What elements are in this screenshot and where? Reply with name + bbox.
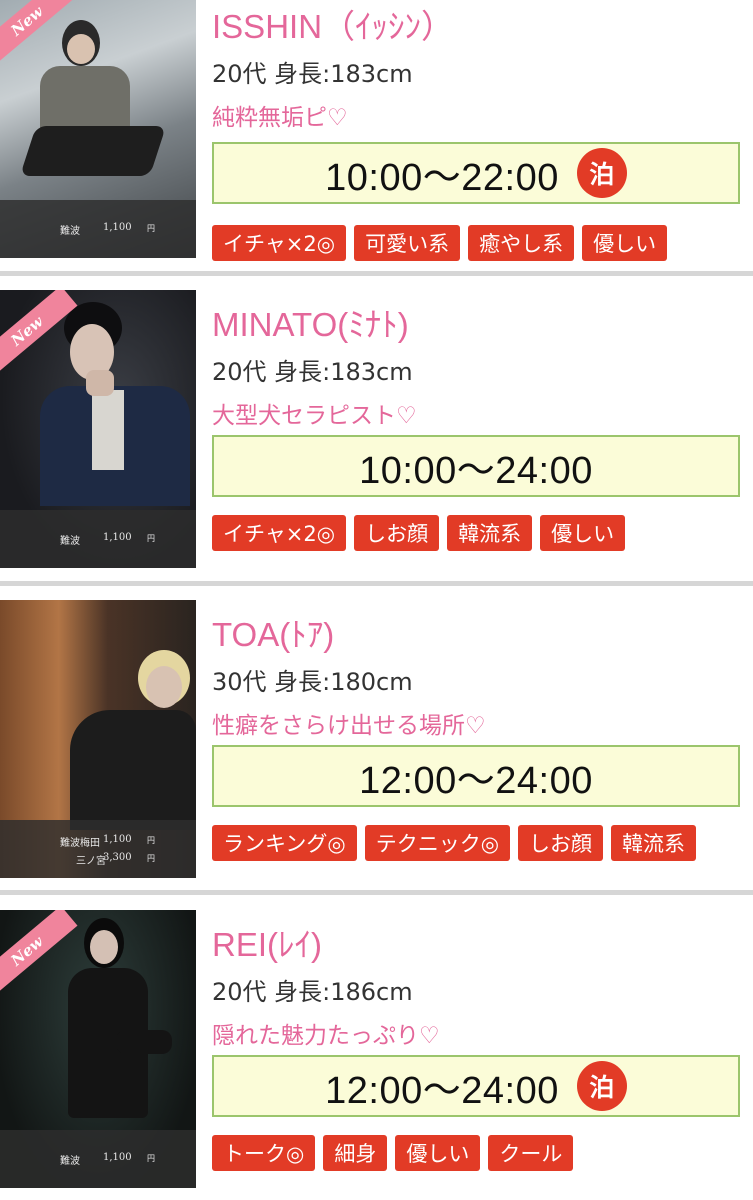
price-unit: 円	[147, 836, 155, 845]
schedule-box[interactable]: 10:00〜22:00 泊	[212, 142, 740, 204]
tag[interactable]: ランキング◎	[212, 825, 357, 861]
tag-list: ランキング◎ テクニック◎ しお顔 韓流系	[212, 825, 697, 861]
catchphrase: 性癖をさらけ出せる場所♡	[212, 713, 486, 739]
therapist-photo[interactable]: 難波 1,100 円 New	[0, 910, 196, 1188]
therapist-photo[interactable]: 難波 1,100 円 New	[0, 290, 196, 568]
tag[interactable]: しお顔	[354, 515, 440, 551]
schedule-box[interactable]: 12:00〜24:00 泊	[212, 1055, 740, 1117]
card-divider	[0, 890, 753, 895]
therapist-meta: 20代 身長:183cm	[212, 60, 413, 88]
therapist-name[interactable]: REI(ﾚｲ)	[212, 918, 322, 966]
area-label: 難波	[60, 226, 80, 237]
price-panel: 難波 1,100 円	[0, 200, 196, 258]
area-label: 難波	[60, 536, 80, 547]
price-panel: 難波 1,100 円	[0, 510, 196, 568]
tag[interactable]: 癒やし系	[468, 225, 575, 261]
tag[interactable]: しお顔	[518, 825, 604, 861]
therapist-name[interactable]: TOA(ﾄｱ)	[212, 608, 334, 656]
tag[interactable]: 優しい	[540, 515, 626, 551]
catchphrase: 純粋無垢ピ♡	[212, 105, 348, 131]
price-value: 1,100	[103, 532, 132, 543]
therapist-name[interactable]: MINATO(ﾐﾅﾄ)	[212, 298, 409, 346]
therapist-meta: 20代 身長:186cm	[212, 978, 413, 1006]
schedule-time: 10:00〜22:00	[325, 156, 559, 199]
price-panel: 難波梅田 1,100 円 三ノ宮 3,300 円	[0, 820, 196, 878]
tag[interactable]: イチャ×2◎	[212, 225, 347, 261]
tag-list: トーク◎ 細身 優しい クール	[212, 1135, 574, 1171]
card-divider	[0, 581, 753, 586]
price-value: 1,100	[103, 1152, 132, 1163]
therapist-card[interactable]: 難波 1,100 円 New ISSHIN（ｲｯｼﾝ） 20代 身長:183cm…	[0, 0, 753, 270]
schedule-box[interactable]: 10:00〜24:00	[212, 435, 740, 497]
schedule-time: 12:00〜24:00	[325, 1069, 559, 1112]
area-label: 三ノ宮	[76, 856, 106, 867]
tag[interactable]: トーク◎	[212, 1135, 316, 1171]
area-label: 難波梅田	[60, 838, 100, 849]
card-divider	[0, 271, 753, 276]
price-panel: 難波 1,100 円	[0, 1130, 196, 1188]
therapist-meta: 20代 身長:183cm	[212, 358, 413, 386]
overnight-badge: 泊	[576, 1061, 627, 1111]
tag[interactable]: 可愛い系	[354, 225, 461, 261]
schedule-time: 12:00〜24:00	[359, 759, 593, 802]
therapist-card[interactable]: 難波梅田 1,100 円 三ノ宮 3,300 円 TOA(ﾄｱ) 30代 身長:…	[0, 600, 753, 890]
tag[interactable]: 韓流系	[447, 515, 533, 551]
therapist-photo[interactable]: 難波梅田 1,100 円 三ノ宮 3,300 円	[0, 600, 196, 878]
therapist-name[interactable]: ISSHIN（ｲｯｼﾝ）	[212, 0, 454, 48]
price-unit: 円	[147, 534, 155, 543]
price-unit: 円	[147, 854, 155, 863]
tag[interactable]: イチャ×2◎	[212, 515, 347, 551]
schedule-box[interactable]: 12:00〜24:00	[212, 745, 740, 807]
therapist-card[interactable]: 難波 1,100 円 New MINATO(ﾐﾅﾄ) 20代 身長:183cm …	[0, 290, 753, 580]
catchphrase: 大型犬セラピスト♡	[212, 403, 417, 429]
tag[interactable]: 優しい	[582, 225, 668, 261]
price-unit: 円	[147, 1154, 155, 1163]
tag-list: イチャ×2◎ しお顔 韓流系 優しい	[212, 515, 626, 551]
catchphrase: 隠れた魅力たっぷり♡	[212, 1023, 440, 1049]
tag[interactable]: テクニック◎	[364, 825, 511, 861]
price-value: 3,300	[103, 852, 132, 863]
schedule-time: 10:00〜24:00	[359, 449, 593, 492]
overnight-badge: 泊	[576, 148, 627, 198]
tag[interactable]: 細身	[323, 1135, 388, 1171]
price-value: 1,100	[103, 222, 132, 233]
tag[interactable]: 韓流系	[611, 825, 697, 861]
tag[interactable]: クール	[488, 1135, 574, 1171]
area-label: 難波	[60, 1156, 80, 1167]
price-value: 1,100	[103, 834, 132, 845]
therapist-photo[interactable]: 難波 1,100 円 New	[0, 0, 196, 258]
tag-list: イチャ×2◎ 可愛い系 癒やし系 優しい	[212, 225, 668, 261]
price-unit: 円	[147, 224, 155, 233]
tag[interactable]: 優しい	[395, 1135, 481, 1171]
therapist-card[interactable]: 難波 1,100 円 New REI(ﾚｲ) 20代 身長:186cm 隠れた魅…	[0, 910, 753, 1200]
therapist-meta: 30代 身長:180cm	[212, 668, 413, 696]
